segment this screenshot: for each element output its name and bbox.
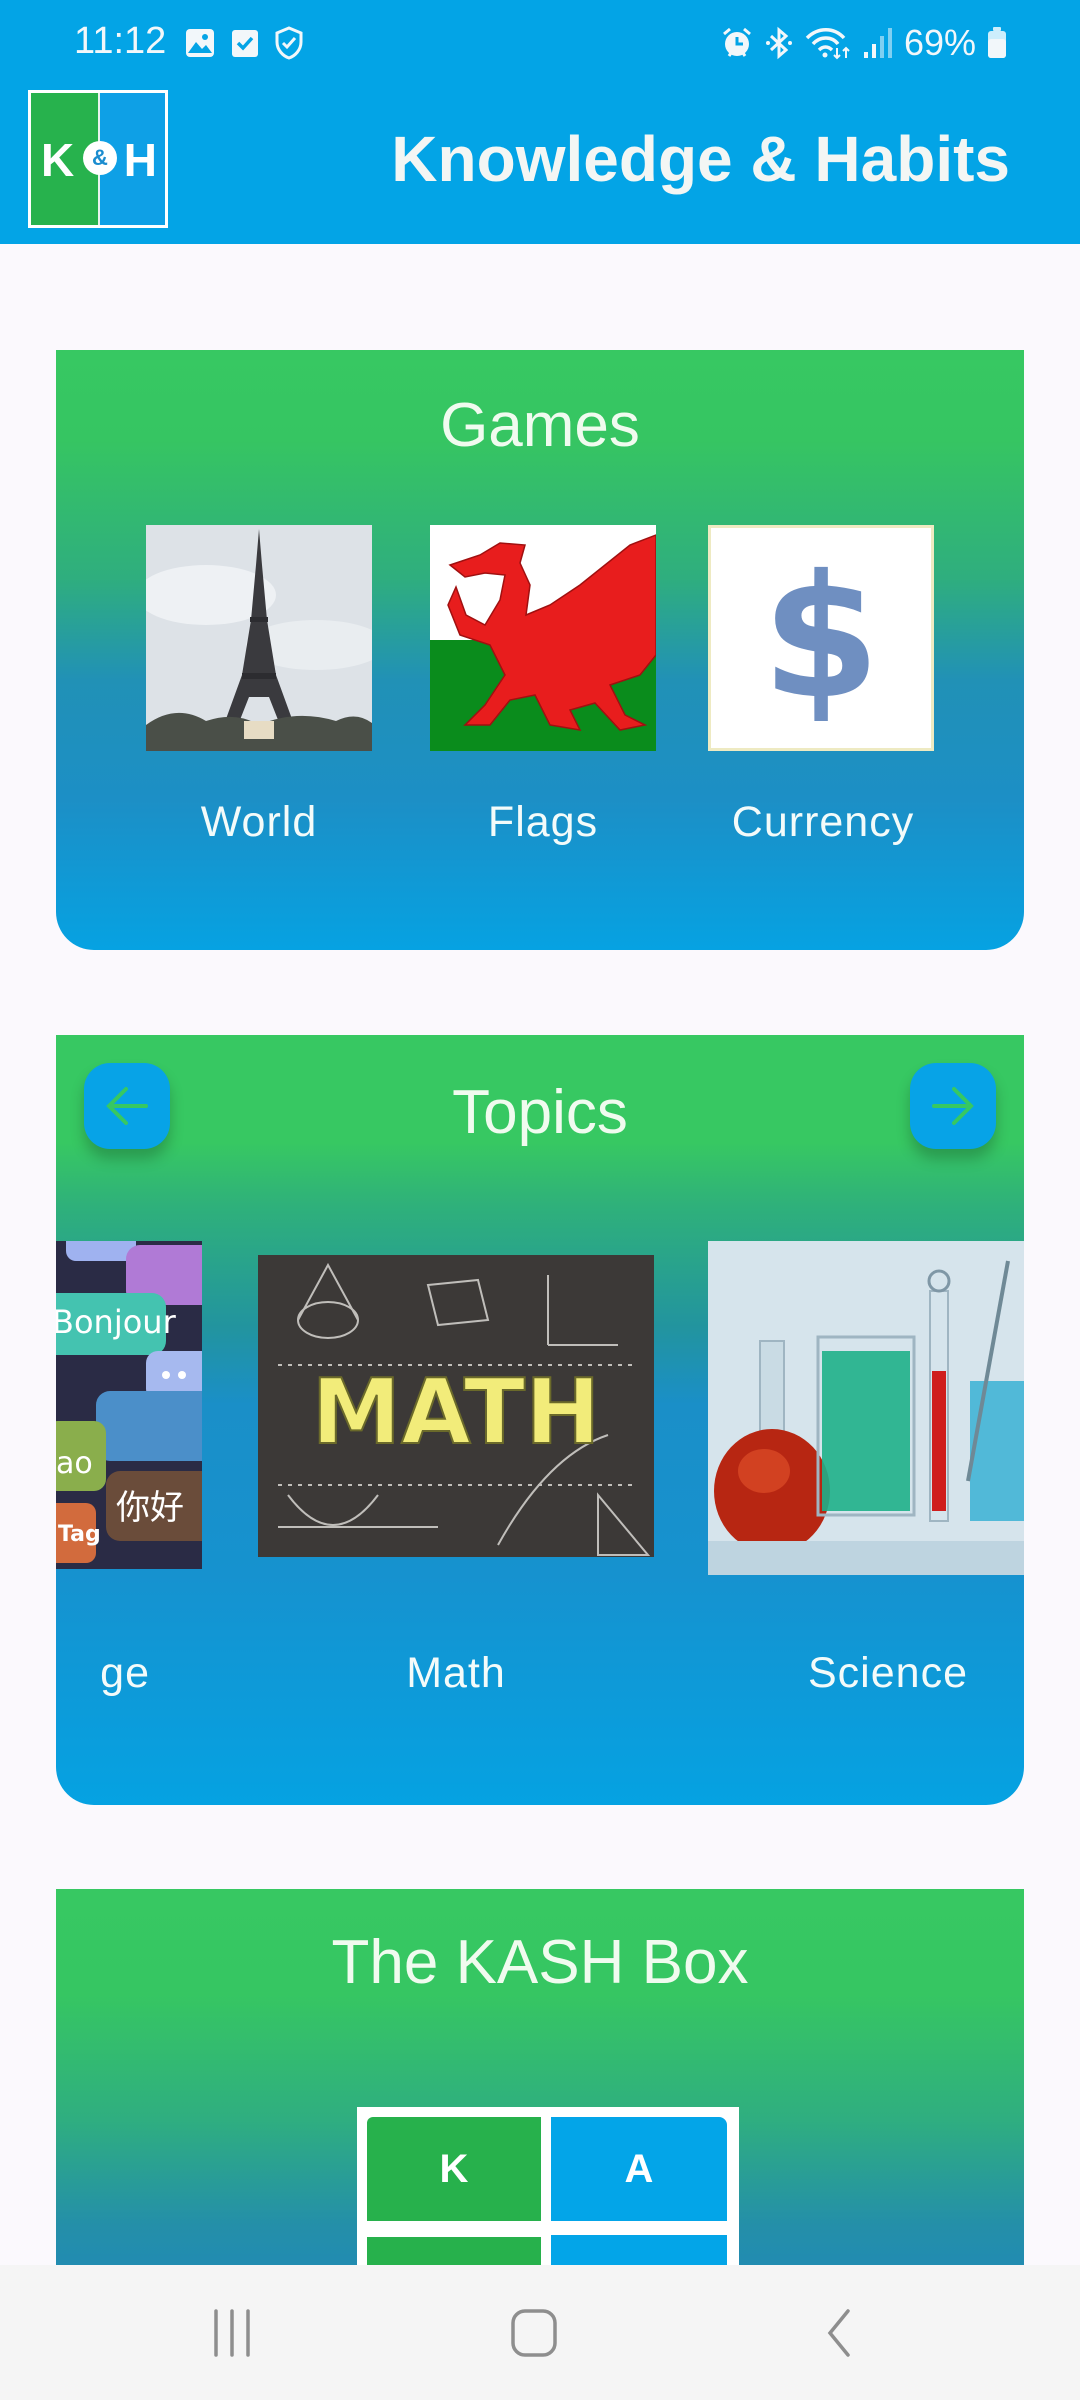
speech-bubbles-image: Bonjour ao 你好 Tag bbox=[56, 1241, 202, 1569]
chalkboard-math-image: MATH bbox=[258, 1255, 654, 1557]
status-time: 11:12 bbox=[74, 20, 167, 62]
math-label[interactable]: Math bbox=[326, 1649, 586, 1698]
kash-cell-a[interactable]: A bbox=[551, 2117, 727, 2221]
topics-card: Topics Bonjour ao 你好 Tag MATH ge Math Sc… bbox=[56, 1035, 1024, 1805]
kash-box-title: The KASH Box bbox=[331, 1928, 749, 1997]
flags-game-tile[interactable] bbox=[430, 525, 656, 751]
checkbox-icon bbox=[232, 30, 258, 57]
math-board-text: MATH bbox=[312, 1360, 601, 1465]
svg-text:Tag: Tag bbox=[58, 1522, 101, 1547]
bluetooth-icon bbox=[765, 26, 792, 60]
flags-label[interactable]: Flags bbox=[413, 798, 673, 847]
world-label[interactable]: World bbox=[129, 798, 389, 847]
science-topic-tile[interactable] bbox=[708, 1241, 1024, 1575]
notification-icons bbox=[184, 26, 304, 60]
shield-check-icon bbox=[275, 26, 303, 60]
back-icon bbox=[827, 2308, 850, 2357]
language-label[interactable]: ge bbox=[56, 1649, 150, 1698]
battery-icon bbox=[988, 27, 1006, 58]
topics-title: Topics bbox=[452, 1078, 628, 1147]
games-card: Games $ World Flags Currency bbox=[56, 350, 1024, 950]
alarm-icon bbox=[722, 27, 751, 57]
svg-text:你好: 你好 bbox=[116, 1488, 184, 1528]
gallery-icon bbox=[186, 29, 214, 57]
science-label[interactable]: Science bbox=[768, 1649, 1008, 1698]
world-game-tile[interactable] bbox=[146, 525, 372, 751]
arrow-right-icon bbox=[932, 1087, 974, 1125]
app-title: Knowledge & Habits bbox=[391, 123, 1010, 195]
logo-ampersand: & bbox=[83, 141, 117, 175]
currency-game-tile[interactable]: $ bbox=[708, 525, 934, 751]
kash-box-card: The KASH Box K A bbox=[56, 1889, 1024, 2309]
svg-text:ao: ao bbox=[56, 1446, 93, 1481]
home-icon bbox=[511, 2308, 557, 2357]
home-button[interactable] bbox=[454, 2265, 614, 2400]
dollar-icon: $ bbox=[761, 539, 881, 737]
system-icons: 69% bbox=[720, 22, 1008, 64]
welsh-flag-image bbox=[430, 525, 656, 751]
status-bar: 11:12 69% bbox=[0, 0, 1080, 86]
wifi-icon bbox=[805, 28, 850, 60]
kash-cell-k[interactable]: K bbox=[367, 2117, 541, 2221]
bubble-bonjour: Bonjour bbox=[56, 1303, 177, 1341]
math-topic-tile[interactable]: MATH bbox=[258, 1255, 654, 1557]
topics-next-button[interactable] bbox=[910, 1063, 996, 1149]
back-button[interactable] bbox=[758, 2265, 918, 2400]
arrow-left-icon bbox=[106, 1087, 148, 1125]
language-topic-tile[interactable]: Bonjour ao 你好 Tag bbox=[56, 1241, 202, 1569]
home-screen: 11:12 69% K & H Knowledge & Habits Games… bbox=[0, 0, 1080, 2400]
signal-icon bbox=[863, 28, 892, 58]
battery-percent: 69% bbox=[903, 22, 976, 63]
recents-icon bbox=[214, 2308, 250, 2357]
app-logo[interactable]: K & H bbox=[28, 90, 168, 228]
topics-prev-button[interactable] bbox=[84, 1063, 170, 1149]
logo-letter-h: H bbox=[123, 134, 157, 186]
games-title: Games bbox=[440, 391, 640, 460]
recents-button[interactable] bbox=[152, 2265, 312, 2400]
eiffel-tower-image bbox=[146, 525, 372, 751]
lab-glassware-image bbox=[708, 1241, 1024, 1575]
system-nav-bar bbox=[0, 2265, 1080, 2400]
app-bar: 11:12 69% K & H Knowledge & Habits bbox=[0, 0, 1080, 244]
logo-letter-k: K bbox=[41, 134, 75, 186]
currency-label[interactable]: Currency bbox=[693, 798, 953, 847]
